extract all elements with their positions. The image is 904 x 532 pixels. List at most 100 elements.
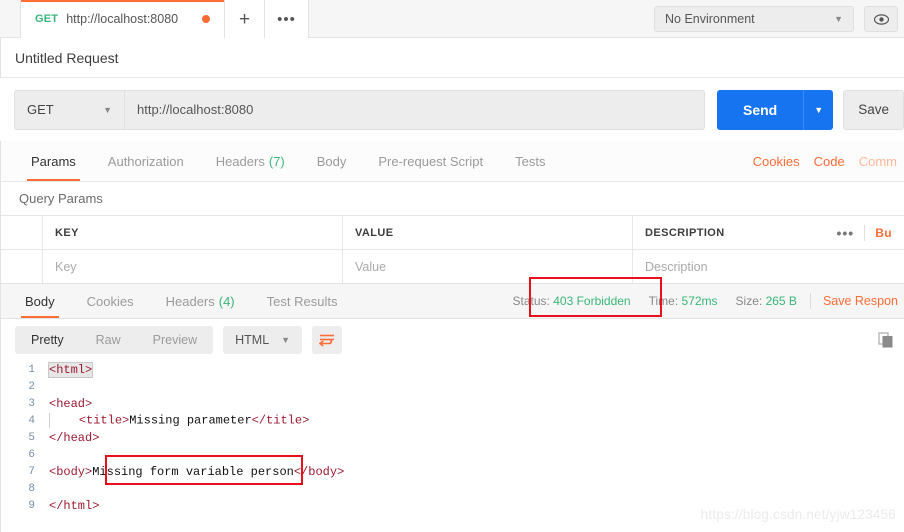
save-response-link[interactable]: Save Respon: [815, 294, 898, 308]
table-row: Key Value Description: [1, 249, 904, 283]
tab-params[interactable]: Params: [15, 141, 92, 181]
code-line: 5 </head>: [1, 429, 904, 446]
chevron-down-icon: ▼: [103, 104, 112, 115]
size-label: Size:: [735, 294, 763, 308]
response-tab-headers-count: (4): [218, 293, 235, 309]
tab-authorization-label: Authorization: [107, 153, 184, 169]
environment-quick-look-button[interactable]: [864, 6, 898, 32]
copy-icon: [878, 332, 893, 348]
status-stat[interactable]: Status: 403 Forbidden: [504, 294, 640, 308]
code-line: 3 <head>: [1, 395, 904, 412]
line-number: 4: [28, 414, 35, 427]
postman-window: GET http://localhost:8080 + ••• No Envir…: [0, 0, 904, 532]
line-number: 2: [28, 380, 35, 393]
environment-selector[interactable]: No Environment ▼: [654, 6, 854, 32]
line-number: 9: [28, 499, 35, 512]
row-checkbox-cell[interactable]: [1, 250, 43, 283]
tab-tests-label: Tests: [515, 153, 546, 169]
tab-body-label: Body: [316, 153, 347, 169]
send-options-caret-icon[interactable]: ▼: [803, 89, 834, 130]
stats-divider: [809, 293, 811, 309]
status-value: 403 Forbidden: [553, 294, 631, 308]
request-tab-bar: GET http://localhost:8080 + ••• No Envir…: [0, 0, 904, 38]
column-header-description-label: DESCRIPTION: [645, 226, 725, 239]
request-section-tabs: Params Authorization Headers (7) Body Pr…: [0, 141, 904, 182]
copy-response-button[interactable]: [874, 328, 898, 352]
line-content: <html>: [47, 361, 94, 378]
tab-headers-count: (7): [268, 153, 285, 169]
column-header-description: DESCRIPTION ••• Bu: [633, 216, 904, 249]
query-params-title: Query Params: [0, 182, 904, 215]
line-number: 1: [28, 363, 35, 376]
response-tab-headers[interactable]: Headers (4): [150, 284, 251, 318]
param-key-input[interactable]: Key: [43, 250, 343, 283]
response-tab-headers-label: Headers: [165, 293, 215, 309]
query-params-table: KEY VALUE DESCRIPTION ••• Bu Key Value D…: [0, 215, 904, 283]
http-method-label: GET: [27, 102, 54, 117]
line-number: 3: [28, 397, 35, 410]
send-button-group: Send ▼: [716, 89, 834, 130]
param-description-input[interactable]: Description: [633, 250, 904, 283]
line-number: 5: [28, 431, 35, 444]
url-input-value: http://localhost:8080: [137, 102, 254, 117]
time-value: 572ms: [681, 294, 718, 308]
response-tab-body[interactable]: Body: [9, 284, 71, 318]
watermark: https://blog.csdn.net/yjw123456: [700, 507, 896, 522]
response-tab-body-label: Body: [25, 293, 55, 309]
chevron-down-icon: ▼: [834, 14, 843, 24]
tab-pre-request-script[interactable]: Pre-request Script: [362, 141, 499, 181]
tab-tests[interactable]: Tests: [499, 141, 561, 181]
view-mode-pretty[interactable]: Pretty: [15, 326, 80, 354]
params-more-options-icon[interactable]: •••: [826, 224, 866, 241]
params-table-tools: ••• Bu: [826, 224, 892, 241]
tab-pre-request-script-label: Pre-request Script: [378, 153, 484, 169]
word-wrap-toggle[interactable]: [312, 326, 343, 354]
header-checkbox-cell: [1, 216, 43, 249]
response-tab-cookies[interactable]: Cookies: [71, 284, 150, 318]
tab-more-options-icon[interactable]: •••: [265, 0, 309, 38]
request-tab-active[interactable]: GET http://localhost:8080: [20, 0, 225, 38]
send-button[interactable]: Send: [716, 89, 804, 130]
request-name[interactable]: Untitled Request: [15, 50, 119, 66]
tab-url-label: http://localhost:8080: [66, 12, 179, 26]
code-line: 1 <html>: [1, 361, 904, 378]
line-number: 6: [28, 448, 35, 461]
tab-params-label: Params: [31, 153, 76, 169]
response-format-selector[interactable]: HTML ▼: [223, 326, 303, 354]
tab-bar-left: GET http://localhost:8080 + •••: [0, 0, 309, 38]
code-link[interactable]: Code: [807, 154, 852, 169]
new-tab-button[interactable]: +: [225, 0, 265, 38]
table-header-row: KEY VALUE DESCRIPTION ••• Bu: [1, 215, 904, 249]
param-value-input[interactable]: Value: [343, 250, 633, 283]
time-stat[interactable]: Time: 572ms: [640, 294, 727, 308]
code-line: 4 <title>Missing parameter</title>: [1, 412, 904, 429]
http-method-selector[interactable]: GET ▼: [14, 89, 124, 130]
response-view-mode-group: Pretty Raw Preview: [15, 326, 214, 354]
request-name-bar: Untitled Request: [0, 38, 904, 78]
time-label: Time:: [648, 294, 679, 308]
url-input[interactable]: http://localhost:8080: [124, 89, 705, 130]
response-tab-test-results-label: Test Results: [266, 293, 338, 309]
code-line: 2: [1, 378, 904, 395]
cookies-link[interactable]: Cookies: [746, 154, 807, 169]
response-tab-test-results[interactable]: Test Results: [251, 284, 354, 318]
tab-body[interactable]: Body: [301, 141, 363, 181]
line-number: 7: [28, 465, 35, 478]
line-content: </html>: [49, 498, 100, 513]
view-mode-preview[interactable]: Preview: [137, 326, 213, 354]
url-bar: GET ▼ http://localhost:8080 Send ▼ Save: [0, 78, 904, 141]
column-header-value: VALUE: [343, 216, 633, 249]
response-tab-cookies-label: Cookies: [86, 293, 134, 309]
tab-authorization[interactable]: Authorization: [92, 141, 200, 181]
line-content: <body>Missing form variable person</body…: [49, 464, 345, 479]
save-button[interactable]: Save: [843, 89, 904, 130]
code-line: 6: [1, 446, 904, 463]
environment-label: No Environment: [665, 12, 755, 26]
request-tab-links: Cookies Code Comm: [746, 141, 904, 181]
tab-headers[interactable]: Headers (7): [200, 141, 301, 181]
code-line: 7 <body>Missing form variable person</bo…: [1, 463, 904, 480]
bulk-edit-link[interactable]: Bu: [865, 226, 892, 240]
view-mode-raw[interactable]: Raw: [80, 326, 137, 354]
comments-link[interactable]: Comm: [852, 154, 904, 169]
size-stat[interactable]: Size: 265 B: [727, 294, 806, 308]
